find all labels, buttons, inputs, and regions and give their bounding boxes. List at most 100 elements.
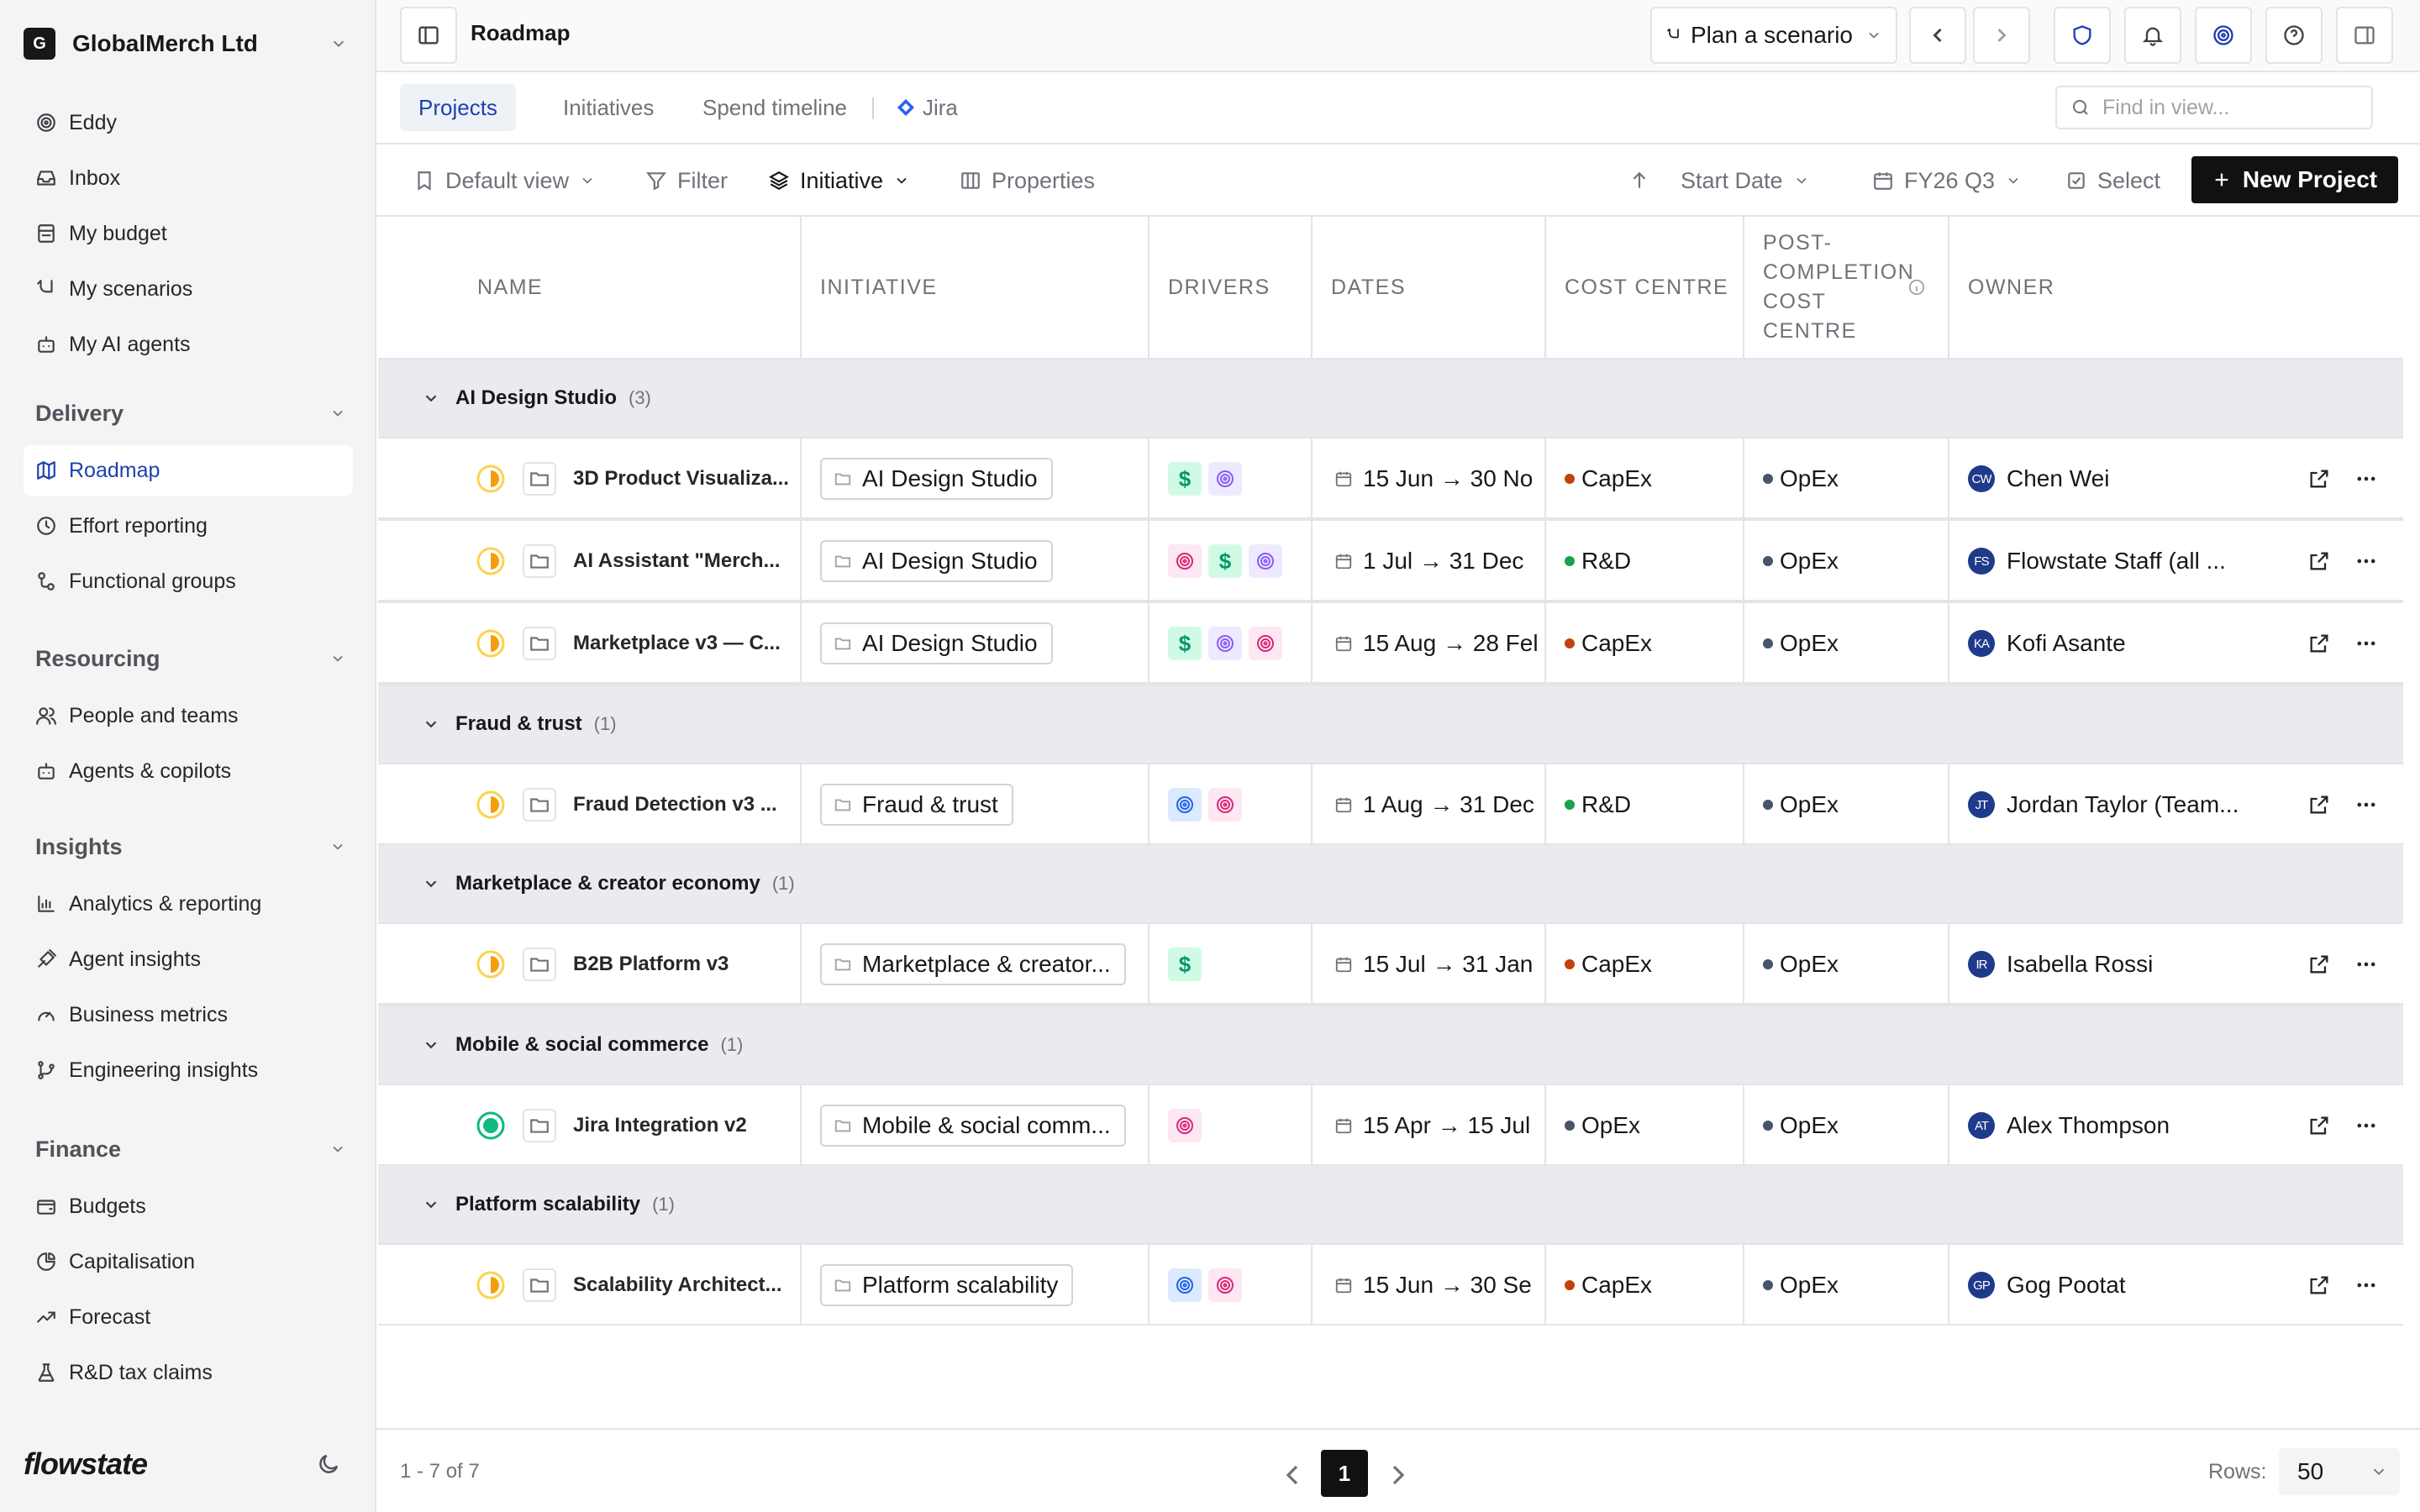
column-name[interactable]: NAME — [459, 217, 802, 358]
group-header[interactable]: Marketplace & creator economy (1) — [378, 843, 2403, 922]
dates-cell[interactable]: 15 Jun → 30 No — [1313, 438, 1546, 519]
plan-scenario-button[interactable]: Plan a scenario — [1650, 7, 1897, 64]
sort-direction-button[interactable] — [1628, 160, 1650, 202]
initiative-chip[interactable]: Fraud & trust — [820, 784, 1013, 826]
sidebar-item-my-scenarios[interactable]: My scenarios — [24, 264, 353, 314]
column-dates[interactable]: DATES — [1313, 217, 1546, 358]
chevron-left-icon[interactable] — [1276, 1458, 1309, 1492]
post-completion-cell[interactable]: OpEx — [1744, 438, 1949, 519]
table-row[interactable]: B2B Platform v3 Marketplace & creator... $… — [378, 922, 2403, 1005]
back-button[interactable] — [1909, 7, 1966, 64]
open-external-icon[interactable] — [2302, 948, 2336, 981]
filter-button[interactable]: Filter — [645, 160, 738, 202]
dates-cell[interactable]: 15 Jun → 30 Se — [1313, 1245, 1546, 1326]
group-header[interactable]: Mobile & social commerce (1) — [378, 1005, 2403, 1084]
sidebar-item-capitalisation[interactable]: Capitalisation — [24, 1236, 353, 1287]
sidebar-section-resourcing[interactable]: Resourcing — [35, 642, 346, 675]
project-name[interactable]: AI Assistant "Merch... — [573, 549, 781, 573]
column-drivers[interactable]: DRIVERS — [1150, 217, 1313, 358]
initiative-chip[interactable]: AI Design Studio — [820, 540, 1053, 582]
open-external-icon[interactable] — [2302, 627, 2336, 660]
table-row[interactable]: Scalability Architect... Platform scalabi… — [378, 1243, 2403, 1326]
table-row[interactable]: Fraud Detection v3 ... Fraud & trust 1 Aug… — [378, 763, 2403, 845]
select-button[interactable]: Select — [2065, 160, 2170, 202]
post-completion-cell[interactable]: OpEx — [1744, 764, 1949, 845]
dates-cell[interactable]: 1 Aug → 31 Dec — [1313, 764, 1546, 845]
rows-per-page-select[interactable]: 50 — [2279, 1448, 2400, 1495]
group-by-selector[interactable]: Initiative — [768, 160, 910, 202]
sidebar-item-analytics-reporting[interactable]: Analytics & reporting — [24, 879, 353, 929]
post-completion-cell[interactable]: OpEx — [1744, 603, 1949, 684]
sidebar-item-my-budget[interactable]: My budget — [24, 208, 353, 259]
post-completion-cell[interactable]: OpEx — [1744, 1245, 1949, 1326]
dates-cell[interactable]: 15 Aug → 28 Fel — [1313, 603, 1546, 684]
initiative-chip[interactable]: Platform scalability — [820, 1264, 1074, 1306]
sidebar-item-eddy[interactable]: Eddy — [24, 97, 353, 148]
period-selector[interactable]: FY26 Q3 — [1872, 160, 2022, 202]
column-cost-centre[interactable]: COST CENTRE — [1546, 217, 1744, 358]
cost-centre-cell[interactable]: CapEx — [1546, 603, 1744, 684]
tab-jira[interactable]: Jira — [886, 84, 976, 131]
sidebar-item-r-d-tax-claims[interactable]: R&D tax claims — [24, 1347, 353, 1398]
moon-icon[interactable] — [316, 1452, 341, 1477]
dates-cell[interactable]: 15 Jul → 31 Jan — [1313, 924, 1546, 1005]
column-post-completion-cost-centre[interactable]: POST- COMPLETION COST CENTRE — [1744, 217, 1949, 358]
project-name[interactable]: B2B Platform v3 — [573, 953, 729, 976]
initiative-chip[interactable]: Mobile & social comm... — [820, 1105, 1126, 1147]
sidebar-item-engineering-insights[interactable]: Engineering insights — [24, 1045, 353, 1095]
tab-projects[interactable]: Projects — [400, 84, 516, 131]
right-panel-button[interactable] — [2336, 7, 2393, 64]
project-name[interactable]: Fraud Detection v3 ... — [573, 793, 777, 816]
sidebar-item-agents-copilots[interactable]: Agents & copilots — [24, 746, 353, 796]
notifications-button[interactable] — [2124, 7, 2181, 64]
forward-button[interactable] — [1973, 7, 2030, 64]
cost-centre-cell[interactable]: CapEx — [1546, 924, 1744, 1005]
table-row[interactable]: Jira Integration v2 Mobile & social comm.… — [378, 1084, 2403, 1166]
sidebar-item-people-and-teams[interactable]: People and teams — [24, 690, 353, 741]
cost-centre-cell[interactable]: CapEx — [1546, 438, 1744, 519]
post-completion-cell[interactable]: OpEx — [1744, 1085, 1949, 1166]
project-name[interactable]: Scalability Architect... — [573, 1273, 782, 1297]
properties-button[interactable]: Properties — [960, 160, 1105, 202]
sort-field-selector[interactable]: Start Date — [1670, 160, 1810, 202]
group-header[interactable]: Platform scalability (1) — [378, 1164, 2403, 1243]
open-external-icon[interactable] — [2302, 462, 2336, 496]
post-completion-cell[interactable]: OpEx — [1744, 924, 1949, 1005]
security-button[interactable] — [2054, 7, 2111, 64]
project-name[interactable]: 3D Product Visualiza... — [573, 467, 789, 491]
post-completion-cell[interactable]: OpEx — [1744, 521, 1949, 601]
dates-cell[interactable]: 1 Jul → 31 Dec — [1313, 521, 1546, 601]
cost-centre-cell[interactable]: CapEx — [1546, 1245, 1744, 1326]
sidebar-section-finance[interactable]: Finance — [35, 1132, 346, 1166]
more-options-icon[interactable] — [2349, 1268, 2383, 1302]
sidebar-item-my-ai-agents[interactable]: My AI agents — [24, 319, 353, 370]
open-external-icon[interactable] — [2302, 1268, 2336, 1302]
sidebar-item-roadmap[interactable]: Roadmap — [24, 445, 353, 496]
cost-centre-cell[interactable]: R&D — [1546, 521, 1744, 601]
initiative-chip[interactable]: AI Design Studio — [820, 622, 1053, 664]
table-row[interactable]: 3D Product Visualiza... AI Design Studio $… — [378, 437, 2403, 519]
sidebar-section-delivery[interactable]: Delivery — [35, 396, 346, 430]
page-button-current[interactable]: 1 — [1321, 1450, 1368, 1497]
view-selector[interactable]: Default view — [413, 160, 596, 202]
sidebar-section-insights[interactable]: Insights — [35, 830, 346, 864]
sidebar-item-inbox[interactable]: Inbox — [24, 153, 353, 203]
sidebar-item-forecast[interactable]: Forecast — [24, 1292, 353, 1342]
sidebar-item-business-metrics[interactable]: Business metrics — [24, 990, 353, 1040]
more-options-icon[interactable] — [2349, 1109, 2383, 1142]
project-name[interactable]: Jira Integration v2 — [573, 1114, 747, 1137]
open-external-icon[interactable] — [2302, 1109, 2336, 1142]
column-owner[interactable]: OWNER — [1949, 217, 2403, 358]
info-icon[interactable] — [1907, 278, 1926, 297]
table-row[interactable]: AI Assistant "Merch... AI Design Studio $1… — [378, 519, 2403, 601]
more-options-icon[interactable] — [2349, 544, 2383, 578]
more-options-icon[interactable] — [2349, 462, 2383, 496]
find-in-view-search[interactable] — [2055, 86, 2373, 129]
more-options-icon[interactable] — [2349, 788, 2383, 822]
tab-spend-timeline[interactable]: Spend timeline — [684, 84, 865, 131]
open-external-icon[interactable] — [2302, 544, 2336, 578]
cost-centre-cell[interactable]: R&D — [1546, 764, 1744, 845]
search-input[interactable] — [2102, 95, 2354, 120]
group-header[interactable]: AI Design Studio (3) — [378, 358, 2403, 437]
sidebar-item-functional-groups[interactable]: Functional groups — [24, 556, 353, 606]
